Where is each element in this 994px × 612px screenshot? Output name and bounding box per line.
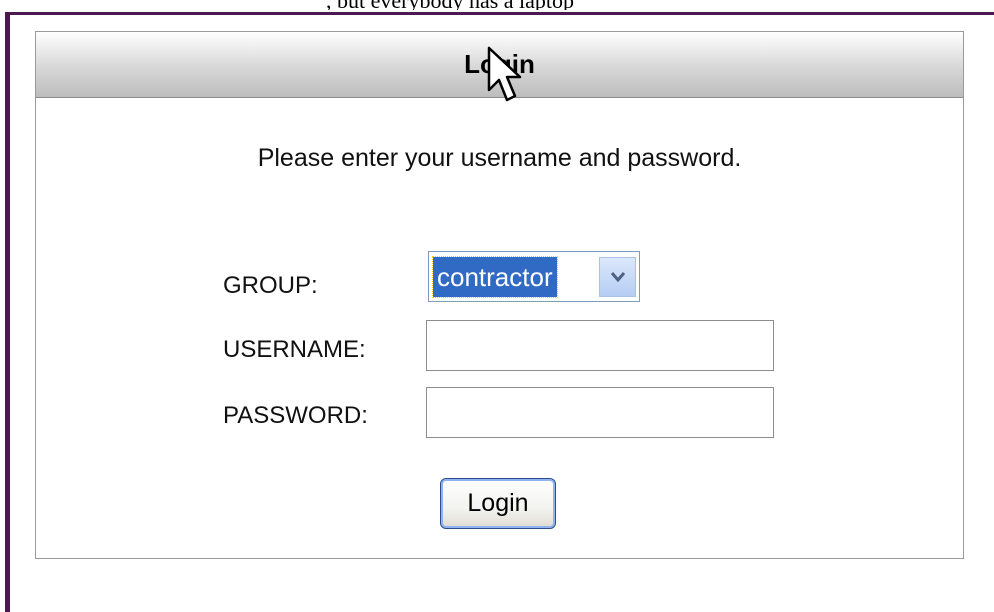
group-label: GROUP: — [223, 272, 318, 299]
login-instructions: Please enter your username and password. — [257, 144, 742, 172]
group-select-value: contractor — [432, 256, 558, 298]
login-button[interactable]: Login — [440, 478, 556, 529]
login-panel: Login Please enter your username and pas… — [35, 31, 964, 559]
cropped-page-text: , but everybody has a laptop — [0, 0, 994, 10]
cropped-page-text-content: , but everybody has a laptop — [326, 0, 574, 10]
username-label: USERNAME: — [223, 336, 366, 363]
group-select[interactable]: contractor — [428, 251, 640, 302]
password-input[interactable] — [426, 387, 774, 438]
username-input[interactable] — [426, 320, 774, 371]
mouse-pointer-icon — [487, 46, 522, 102]
password-label: PASSWORD: — [223, 402, 368, 429]
chevron-down-icon[interactable] — [599, 257, 636, 297]
